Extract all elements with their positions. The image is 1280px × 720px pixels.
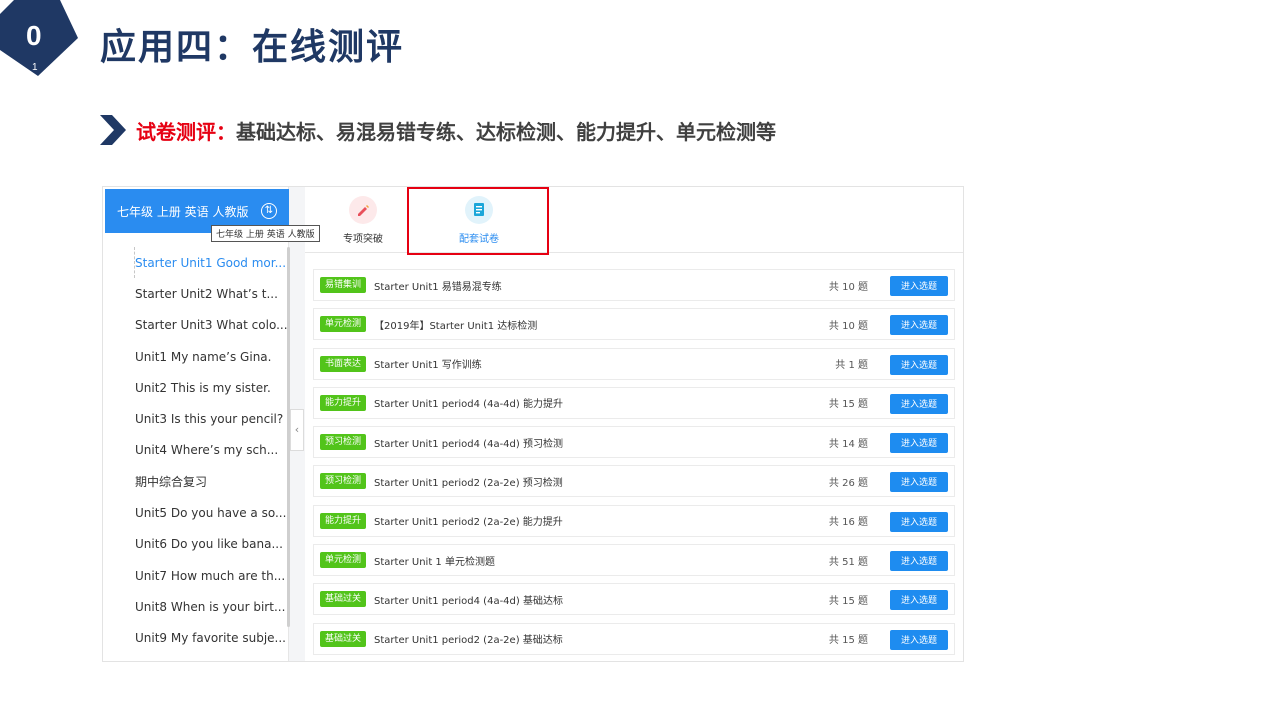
question-count: 共 10 题 xyxy=(828,281,868,293)
main-content: 专项突破 配套试卷 易错集训 Starter Unit1 易错易混专练 共 10… xyxy=(305,187,963,661)
unit-list: Starter Unit1 Good mor... Starter Unit2 … xyxy=(105,247,287,661)
enter-select-button[interactable]: 进入选题 xyxy=(890,590,948,611)
slide-subtitle: 试卷测评： 基础达标、易混易错专练、达标检测、能力提升、单元检测等 xyxy=(100,114,776,146)
app-window: 七年级 上册 英语 人教版 ⇅ 七年级 上册 英语 人教版 Starter Un… xyxy=(102,186,964,662)
enter-select-button[interactable]: 进入选题 xyxy=(890,629,948,650)
unit-item[interactable]: Unit1 My name’s Gina. xyxy=(105,341,287,372)
question-count: 共 15 题 xyxy=(828,595,868,607)
category-tag: 单元检测 xyxy=(320,316,367,333)
paper-row: 能力提升 Starter Unit1 period4 (4a-4d) 能力提升 … xyxy=(313,386,955,419)
paper-title[interactable]: Starter Unit1 period2 (2a-2e) 能力提升 xyxy=(374,513,563,528)
category-tag: 基础过关 xyxy=(320,630,367,647)
paper-row: 基础过关 Starter Unit1 period2 (2a-2e) 基础达标 … xyxy=(313,622,955,655)
paper-title[interactable]: Starter Unit1 period2 (2a-2e) 预习检测 xyxy=(374,474,563,489)
tab-label: 专项突破 xyxy=(343,233,383,245)
question-count: 共 16 题 xyxy=(828,517,868,529)
enter-select-button[interactable]: 进入选题 xyxy=(890,354,948,375)
question-count: 共 10 题 xyxy=(828,320,868,332)
question-count: 共 51 题 xyxy=(828,556,868,568)
highlight-box xyxy=(407,187,549,255)
paper-title[interactable]: Starter Unit 1 单元检测题 xyxy=(374,553,495,568)
unit-item[interactable]: Unit3 Is this your pencil? xyxy=(105,403,287,434)
category-tag: 预习检测 xyxy=(320,434,367,451)
paper-title[interactable]: Starter Unit1 period4 (4a-4d) 预习检测 xyxy=(374,435,563,450)
enter-select-button[interactable]: 进入选题 xyxy=(890,393,948,414)
paper-list: 易错集训 Starter Unit1 易错易混专练 共 10 题 进入选题 单元… xyxy=(313,269,955,661)
category-tag: 能力提升 xyxy=(320,512,367,529)
unit-item[interactable]: Unit4 Where’s my sch... xyxy=(105,435,287,466)
question-count: 共 26 题 xyxy=(828,477,868,489)
paper-title[interactable]: Starter Unit1 period4 (4a-4d) 基础达标 xyxy=(374,592,563,607)
enter-select-button[interactable]: 进入选题 xyxy=(890,511,948,532)
enter-select-button[interactable]: 进入选题 xyxy=(890,551,948,572)
textbook-label: 七年级 上册 英语 人教版 xyxy=(117,204,249,219)
enter-select-button[interactable]: 进入选题 xyxy=(890,472,948,493)
enter-select-button[interactable]: 进入选题 xyxy=(890,315,948,336)
tab-special-training[interactable]: 专项突破 xyxy=(305,187,421,253)
question-count: 共 15 题 xyxy=(828,399,868,411)
enter-select-button[interactable]: 进入选题 xyxy=(890,433,948,454)
category-tag: 能力提升 xyxy=(320,394,367,411)
pencil-icon xyxy=(349,195,377,224)
badge-sub-number: 1 xyxy=(32,62,38,73)
enter-select-button[interactable]: 进入选题 xyxy=(890,276,948,296)
unit-item[interactable]: Starter Unit1 Good mor... xyxy=(134,247,287,279)
unit-item[interactable]: Unit8 When is your birt... xyxy=(105,591,287,622)
section-badge: 0 1 xyxy=(0,0,80,76)
paper-row: 单元检测 Starter Unit 1 单元检测题 共 51 题 进入选题 xyxy=(313,544,955,577)
category-tag: 预习检测 xyxy=(320,473,367,490)
paper-row: 基础过关 Starter Unit1 period4 (4a-4d) 基础达标 … xyxy=(313,583,955,616)
unit-item[interactable]: Starter Unit2 What’s t... xyxy=(105,278,287,309)
textbook-tooltip: 七年级 上册 英语 人教版 xyxy=(211,225,320,242)
unit-item[interactable]: Unit9 My favorite subje... xyxy=(105,623,287,654)
chevron-left-icon: ‹ xyxy=(294,423,300,436)
paper-row: 预习检测 Starter Unit1 period2 (2a-2e) 预习检测 … xyxy=(313,465,955,498)
slide-title: 应用四：在线测评 xyxy=(100,27,405,68)
unit-item[interactable]: Unit6 Do you like bana... xyxy=(105,529,287,560)
unit-item[interactable]: 期中综合复习 xyxy=(105,466,287,497)
paper-title[interactable]: 【2019年】Starter Unit1 达标检测 xyxy=(374,317,537,332)
paper-row: 易错集训 Starter Unit1 易错易混专练 共 10 题 进入选题 xyxy=(313,269,955,301)
collapse-sidebar-button[interactable]: ‹ xyxy=(290,409,304,451)
unit-item[interactable]: Unit7 How much are th... xyxy=(105,560,287,591)
unit-item[interactable]: Unit5 Do you have a so... xyxy=(105,497,287,528)
paper-row: 单元检测 【2019年】Starter Unit1 达标检测 共 10 题 进入… xyxy=(313,308,955,341)
question-count: 共 15 题 xyxy=(828,635,868,647)
paper-row: 能力提升 Starter Unit1 period2 (2a-2e) 能力提升 … xyxy=(313,504,955,537)
chevron-right-icon xyxy=(100,115,126,145)
badge-number: 0 xyxy=(26,20,42,51)
paper-title[interactable]: Starter Unit1 写作训练 xyxy=(374,356,482,371)
paper-row: 书面表达 Starter Unit1 写作训练 共 1 题 进入选题 xyxy=(313,347,955,380)
question-count: 共 14 题 xyxy=(828,438,868,450)
category-tag: 易错集训 xyxy=(320,277,367,293)
swap-icon[interactable]: ⇅ xyxy=(261,203,277,219)
tab-bar: 专项突破 配套试卷 xyxy=(305,187,963,253)
unit-item[interactable]: Unit2 This is my sister. xyxy=(105,372,287,403)
subtitle-rest: 基础达标、易混易错专练、达标检测、能力提升、单元检测等 xyxy=(236,119,776,144)
unit-item[interactable]: Starter Unit3 What colo... xyxy=(105,310,287,341)
paper-title[interactable]: Starter Unit1 易错易混专练 xyxy=(374,278,502,293)
paper-row: 预习检测 Starter Unit1 period4 (4a-4d) 预习检测 … xyxy=(313,426,955,459)
question-count: 共 1 题 xyxy=(835,360,868,372)
category-tag: 单元检测 xyxy=(320,552,367,569)
category-tag: 基础过关 xyxy=(320,591,367,608)
category-tag: 书面表达 xyxy=(320,355,367,372)
sidebar: 七年级 上册 英语 人教版 ⇅ 七年级 上册 英语 人教版 Starter Un… xyxy=(103,187,320,661)
subtitle-lead: 试卷测评： xyxy=(136,119,236,144)
paper-title[interactable]: Starter Unit1 period2 (2a-2e) 基础达标 xyxy=(374,631,563,646)
paper-title[interactable]: Starter Unit1 period4 (4a-4d) 能力提升 xyxy=(374,395,563,410)
